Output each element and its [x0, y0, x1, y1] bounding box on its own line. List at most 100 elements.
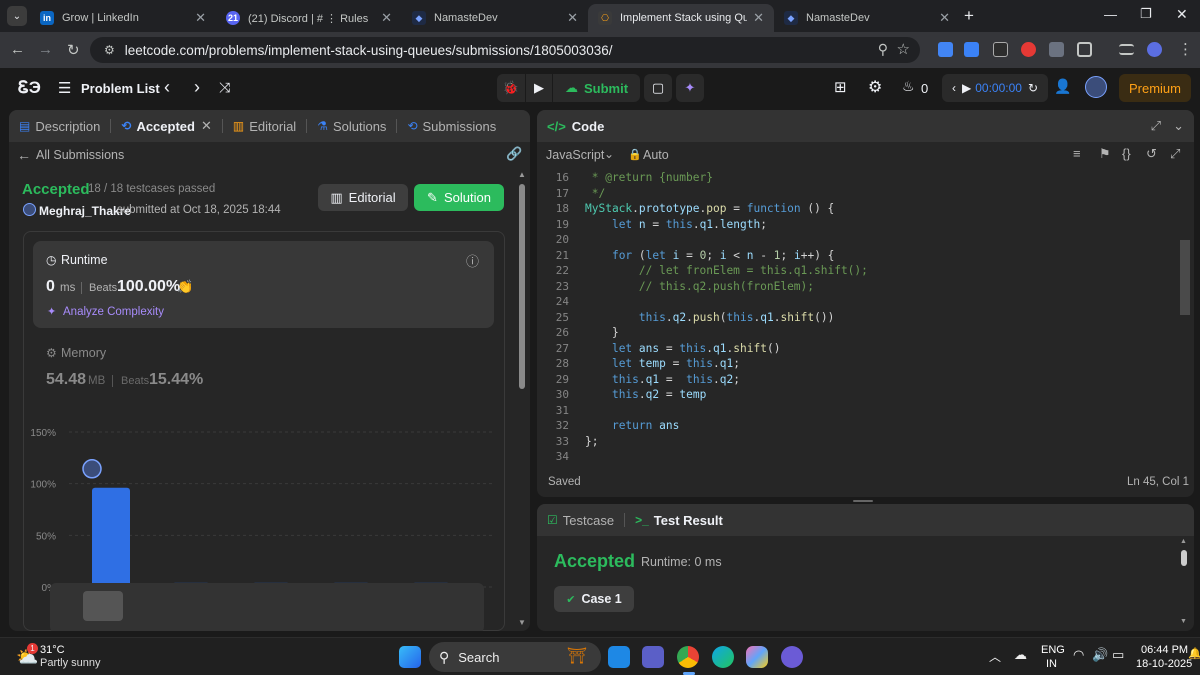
docs-extension-icon[interactable]: [938, 42, 953, 57]
notes-button[interactable]: ▢: [644, 74, 672, 102]
braces-icon[interactable]: {}: [1122, 146, 1131, 161]
close-window-button[interactable]: ✕: [1176, 6, 1188, 23]
language-code[interactable]: ENG: [1041, 644, 1065, 656]
case-1-button[interactable]: ✔ Case 1: [554, 586, 634, 612]
runtime-card[interactable]: ◷ Runtime ⓘ 0 ms Beats 100.00% 👏 ✦ Analy…: [33, 241, 494, 328]
reset-icon[interactable]: ↺: [1146, 146, 1157, 162]
scroll-down-icon[interactable]: ▼: [1180, 618, 1187, 625]
browser-tab-linkedin[interactable]: in Grow | LinkedIn ✕: [30, 4, 216, 32]
memory-card[interactable]: ⚙ Memory 54.48 MB Beats 15.44%: [33, 336, 494, 396]
scroll-thumb[interactable]: [1181, 550, 1187, 566]
add-user-icon[interactable]: 👤: [1054, 78, 1071, 95]
extensions-puzzle-icon[interactable]: [1077, 42, 1092, 57]
share-link-icon[interactable]: 🔗: [506, 146, 522, 162]
copilot-icon[interactable]: [746, 646, 768, 668]
tab-solutions[interactable]: ⚗ Solutions: [317, 119, 386, 134]
minimize-button[interactable]: —: [1104, 7, 1117, 22]
browser-tab-discord[interactable]: 21 (21) Discord | # ⋮ Rules ⋮ | Sher ✕: [216, 4, 402, 32]
timer-play-icon[interactable]: ▶: [962, 81, 971, 95]
timer-widget[interactable]: ‹ ▶ 00:00:00 ↻: [942, 74, 1048, 102]
scroll-up-icon[interactable]: ▲: [1180, 538, 1187, 545]
shield-extension-icon[interactable]: [1021, 42, 1036, 57]
solution-button[interactable]: ✎ Solution: [414, 184, 504, 211]
wifi-icon[interactable]: ◠: [1073, 647, 1084, 663]
tab-testcase[interactable]: ☑ Testcase: [547, 513, 614, 528]
tab-accepted[interactable]: ⟲ Accepted ✕: [121, 118, 212, 134]
streak-fire-icon[interactable]: ♨: [902, 78, 915, 95]
vscode-icon[interactable]: [608, 646, 630, 668]
tab-submissions[interactable]: ⟲ Submissions: [407, 119, 496, 134]
cloud-sync-icon[interactable]: ☁: [1014, 647, 1027, 663]
left-panel-scrollbar[interactable]: ▲ ▼: [518, 170, 526, 630]
maximize-icon[interactable]: ⤢: [1151, 118, 1161, 134]
editor-scrollbar[interactable]: [1180, 240, 1190, 315]
chevron-up-icon[interactable]: ︿: [989, 648, 1001, 665]
fullscreen-icon[interactable]: ⤢: [1170, 146, 1180, 162]
browser-menu-icon[interactable]: ⋮: [1178, 40, 1193, 58]
prev-problem-icon[interactable]: ‹: [164, 77, 170, 98]
shuffle-icon[interactable]: ⤨: [219, 79, 230, 96]
close-tab-icon[interactable]: ✕: [753, 10, 764, 26]
result-scrollbar[interactable]: ▲ ▼: [1180, 538, 1188, 628]
url-field[interactable]: ⚙ leetcode.com/problems/implement-stack-…: [90, 37, 920, 63]
profile-avatar-icon[interactable]: [1147, 42, 1162, 57]
clock-time[interactable]: 06:44 PM: [1141, 644, 1188, 656]
next-problem-icon[interactable]: ›: [194, 77, 200, 98]
collapse-icon[interactable]: ⌄: [1173, 118, 1184, 134]
chevron-down-icon[interactable]: ⌄: [604, 147, 614, 161]
submit-button[interactable]: ☁ Submit: [553, 74, 640, 102]
close-tab-icon[interactable]: ✕: [381, 10, 392, 26]
clock-date[interactable]: 18-10-2025: [1136, 658, 1192, 670]
scroll-down-icon[interactable]: ▼: [518, 618, 526, 627]
browser-tab-namastedev[interactable]: ◆ NamasteDev ✕: [402, 4, 588, 32]
volume-icon[interactable]: 🔊: [1092, 647, 1108, 663]
edge-icon[interactable]: [712, 646, 734, 668]
leetcode-logo-icon[interactable]: ᏋЭ: [18, 78, 41, 98]
reload-icon[interactable]: ↻: [67, 41, 80, 59]
layout-icon[interactable]: ⊞: [834, 78, 847, 96]
auto-mode[interactable]: Auto: [643, 148, 669, 162]
windows-start-icon[interactable]: [399, 646, 421, 668]
close-tab-icon[interactable]: ✕: [201, 118, 212, 134]
battery-icon[interactable]: ▭: [1112, 647, 1124, 663]
settings-gear-icon[interactable]: ⚙: [868, 77, 882, 97]
tab-search-button[interactable]: ⌄: [7, 6, 27, 26]
back-arrow-icon[interactable]: ←: [10, 41, 25, 58]
problem-list-icon[interactable]: ☰: [58, 79, 71, 97]
tab-description[interactable]: ▤ Description: [19, 119, 100, 134]
tab-test-result[interactable]: >_ Test Result: [635, 513, 723, 528]
restore-button[interactable]: ❐: [1140, 6, 1152, 22]
timer-reset-icon[interactable]: ↻: [1028, 81, 1038, 95]
bookmark-star-icon[interactable]: ☆: [897, 40, 910, 58]
region-code[interactable]: IN: [1046, 658, 1057, 670]
media-queue-icon[interactable]: [1119, 44, 1134, 55]
code-editor[interactable]: * @return {number} */ MyStack.prototype.…: [585, 171, 1175, 461]
zoom-icon[interactable]: ⚲: [878, 41, 888, 58]
editorial-button[interactable]: ▥ Editorial: [318, 184, 408, 211]
teams-icon[interactable]: [642, 646, 664, 668]
user-avatar[interactable]: [1085, 76, 1107, 98]
download-extension-icon[interactable]: [964, 42, 979, 57]
browser-tab-leetcode[interactable]: ⎔ Implement Stack using Queues ✕: [588, 4, 774, 32]
scroll-thumb[interactable]: [519, 184, 525, 389]
analyze-complexity-link[interactable]: Analyze Complexity: [63, 306, 164, 318]
premium-button[interactable]: Premium: [1119, 74, 1191, 102]
tab-editorial[interactable]: ▥ Editorial: [233, 119, 296, 134]
taskbar-search[interactable]: ⚲ Search ⛩: [429, 642, 601, 672]
back-arrow-icon[interactable]: ←: [17, 147, 31, 163]
notification-bell-icon[interactable]: 🔔: [1188, 647, 1200, 660]
language-select[interactable]: JavaScript: [546, 148, 604, 162]
forward-arrow-icon[interactable]: →: [38, 41, 53, 58]
vpn-extension-icon[interactable]: [1049, 42, 1064, 57]
all-submissions-link[interactable]: All Submissions: [36, 148, 124, 162]
timer-collapse-icon[interactable]: ‹: [952, 81, 956, 95]
debug-button[interactable]: 🐞: [497, 74, 525, 102]
site-info-icon[interactable]: ⚙: [104, 43, 115, 57]
close-tab-icon[interactable]: ✕: [939, 10, 950, 26]
code-preview-card[interactable]: [50, 583, 484, 631]
chrome-icon[interactable]: [677, 646, 699, 668]
close-tab-icon[interactable]: ✕: [567, 10, 578, 26]
scroll-up-icon[interactable]: ▲: [518, 170, 526, 179]
problem-list-link[interactable]: Problem List: [81, 81, 160, 96]
eyedropper-extension-icon[interactable]: [993, 42, 1008, 57]
